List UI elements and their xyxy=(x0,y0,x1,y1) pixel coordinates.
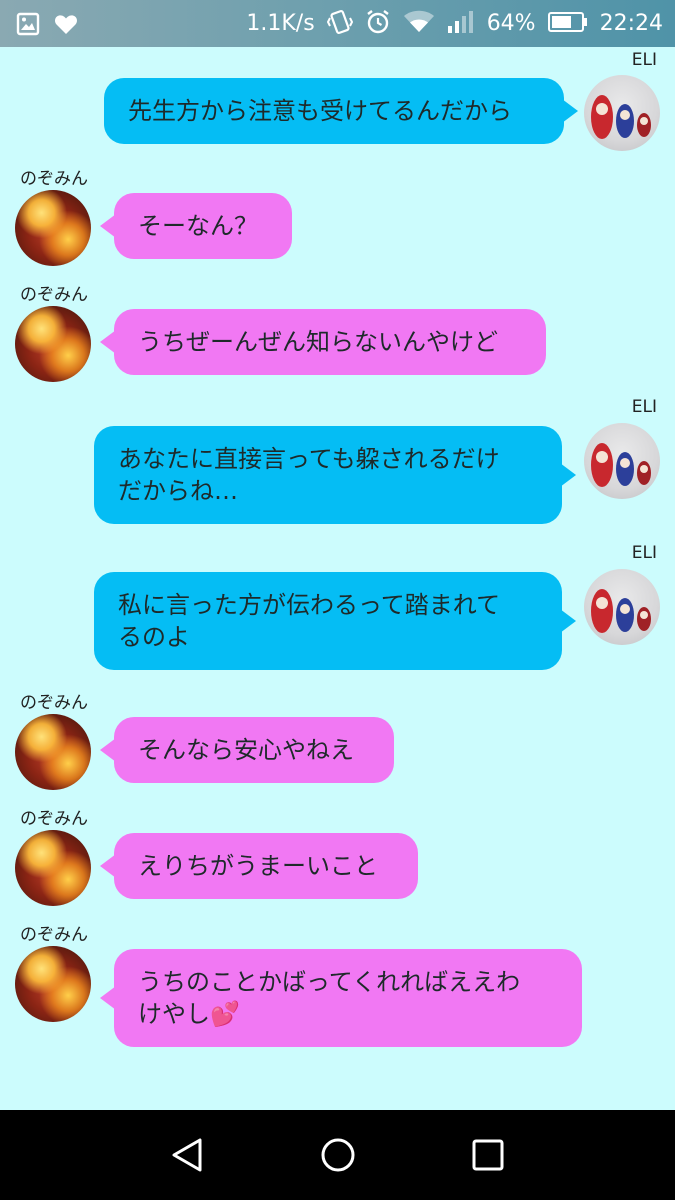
sender-name: ELI xyxy=(631,397,657,417)
message-bubble-outgoing[interactable]: あなたに直接言っても躱されるだけ だからね… xyxy=(94,426,576,524)
sender-name: のぞみん xyxy=(20,925,88,945)
sender-name: ELI xyxy=(631,50,657,70)
navigation-bar xyxy=(0,1110,675,1200)
message-list[interactable]: ELI 先生方から注意も受けてるんだから のぞみん そーなん？ のぞみん うちぜ… xyxy=(0,47,675,1110)
heart-icon xyxy=(54,13,78,39)
sender-name: のぞみん xyxy=(20,693,88,713)
message-bubble-incoming[interactable]: そんなら安心やねえ xyxy=(100,717,394,783)
gallery-icon xyxy=(16,12,40,40)
sender-name: のぞみん xyxy=(20,169,88,189)
message-bubble-incoming[interactable]: えりちがうまーいこと xyxy=(100,833,418,899)
message-bubble-incoming[interactable]: うちのことかばってくれればええわ けやし💕 xyxy=(100,949,582,1047)
matryoshka-avatar-image xyxy=(591,589,651,633)
status-bar: 1.1K/s 64% 22:24 xyxy=(0,0,675,47)
matryoshka-avatar-image xyxy=(591,443,651,487)
battery-icon xyxy=(547,11,588,37)
chat-screen: 1.1K/s 64% 22:24 ELI 先生方から注意も受けてるんだから のぞ… xyxy=(0,0,675,1200)
message-bubble-outgoing[interactable]: 私に言った方が伝わるって踏まれて るのよ xyxy=(94,572,576,670)
home-icon[interactable] xyxy=(318,1135,358,1175)
message-bubble-incoming[interactable]: そーなん？ xyxy=(100,193,292,259)
avatar-nozomi[interactable] xyxy=(15,946,91,1022)
avatar-eli[interactable] xyxy=(584,569,660,645)
sender-name: のぞみん xyxy=(20,809,88,829)
vibrate-icon xyxy=(326,8,353,40)
clock: 22:24 xyxy=(599,11,663,36)
battery-percent: 64% xyxy=(486,11,536,36)
avatar-nozomi[interactable] xyxy=(15,306,91,382)
wifi-icon xyxy=(403,10,435,38)
sender-name: のぞみん xyxy=(20,285,88,305)
message-bubble-incoming[interactable]: うちぜーんぜん知らないんやけど xyxy=(100,309,546,375)
signal-icon xyxy=(447,10,475,38)
avatar-nozomi[interactable] xyxy=(15,714,91,790)
avatar-nozomi[interactable] xyxy=(15,190,91,266)
alarm-icon xyxy=(365,9,391,39)
network-speed: 1.1K/s xyxy=(246,11,315,36)
matryoshka-avatar-image xyxy=(591,95,651,139)
avatar-eli[interactable] xyxy=(584,423,660,499)
recents-icon[interactable] xyxy=(468,1135,508,1175)
back-icon[interactable] xyxy=(168,1135,208,1175)
avatar-nozomi[interactable] xyxy=(15,830,91,906)
sender-name: ELI xyxy=(631,543,657,563)
avatar-eli[interactable] xyxy=(584,75,660,151)
message-bubble-outgoing[interactable]: 先生方から注意も受けてるんだから xyxy=(104,78,578,144)
